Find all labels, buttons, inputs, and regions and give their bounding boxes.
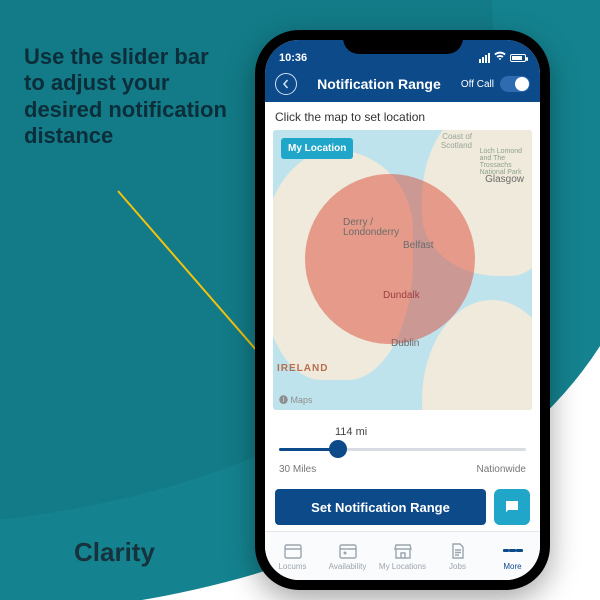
navbar-title: Notification Range — [317, 76, 441, 92]
brand-lockup: Clarity Locums — [20, 536, 155, 580]
tab-availability[interactable]: Availability — [320, 532, 375, 580]
chevron-left-icon — [281, 79, 291, 89]
chat-button[interactable] — [494, 489, 530, 525]
tab-label: Locums — [278, 562, 306, 571]
off-call-label: Off Call — [461, 79, 494, 90]
map[interactable]: Coast of Scotland Loch Lomond and The Tr… — [273, 130, 532, 410]
promo-stage: Use the slider bar to adjust your desire… — [0, 0, 600, 600]
set-range-button[interactable]: Set Notification Range — [275, 489, 486, 525]
store-icon — [393, 542, 413, 560]
cta-row: Set Notification Range — [265, 481, 540, 531]
map-label-glasgow: Glasgow — [485, 174, 524, 185]
map-label-coast: Coast of Scotland — [441, 132, 472, 150]
app-navbar: Notification Range Off Call — [265, 66, 540, 102]
tab-label: Jobs — [449, 562, 466, 571]
slider-value-label: 114 mi — [335, 426, 526, 438]
slider-max-label: Nationwide — [477, 464, 526, 475]
menu-icon — [503, 542, 523, 560]
notification-radius-overlay — [305, 174, 475, 344]
off-call-toggle[interactable] — [500, 76, 530, 92]
back-button[interactable] — [275, 73, 297, 95]
phone-screen: 10:36 Notification Range Off Call — [265, 40, 540, 580]
phone-frame: 10:36 Notification Range Off Call — [255, 30, 550, 590]
slider-range-labels: 30 Miles Nationwide — [279, 464, 526, 475]
map-credit: 🅘 Maps — [279, 393, 313, 406]
tab-my-locations[interactable]: My Locations — [375, 532, 430, 580]
wifi-icon — [494, 51, 506, 64]
tab-locums[interactable]: Locums — [265, 532, 320, 580]
calendar-check-icon — [338, 542, 358, 560]
status-time: 10:36 — [279, 52, 307, 64]
my-location-button[interactable]: My Location — [281, 138, 353, 159]
slider-min-label: 30 Miles — [279, 464, 316, 475]
status-indicators — [479, 51, 526, 64]
map-label-dundalk: Dundalk — [383, 290, 420, 301]
map-label-derry: Derry / Londonderry — [343, 218, 399, 238]
chat-icon — [503, 498, 521, 516]
brand-logo-icon — [20, 536, 64, 580]
map-label-trossachs: Loch Lomond and The Trossachs National P… — [480, 148, 522, 176]
tab-more[interactable]: More — [485, 532, 540, 580]
document-icon — [448, 542, 468, 560]
signal-icon — [479, 53, 490, 63]
brand-name-primary: Clarity — [74, 537, 155, 568]
map-label-dublin: Dublin — [391, 338, 419, 349]
tab-label: Availability — [329, 562, 367, 571]
map-label-ireland: IRELAND — [277, 363, 328, 374]
battery-icon — [510, 54, 526, 62]
calendar-icon — [283, 542, 303, 560]
phone-notch — [343, 30, 463, 54]
tab-bar: Locums Availability My Locations Jobs Mo… — [265, 531, 540, 580]
distance-slider[interactable] — [279, 440, 526, 458]
slider-thumb[interactable] — [329, 440, 347, 458]
tab-label: More — [503, 562, 521, 571]
range-slider-box: 114 mi 30 Miles Nationwide — [265, 410, 540, 481]
tab-jobs[interactable]: Jobs — [430, 532, 485, 580]
map-label-belfast: Belfast — [403, 240, 434, 251]
brand-text: Clarity Locums — [74, 537, 155, 580]
map-hint: Click the map to set location — [265, 102, 540, 130]
callout-text: Use the slider bar to adjust your desire… — [24, 44, 234, 150]
tab-label: My Locations — [379, 562, 426, 571]
off-call-control: Off Call — [461, 76, 530, 92]
